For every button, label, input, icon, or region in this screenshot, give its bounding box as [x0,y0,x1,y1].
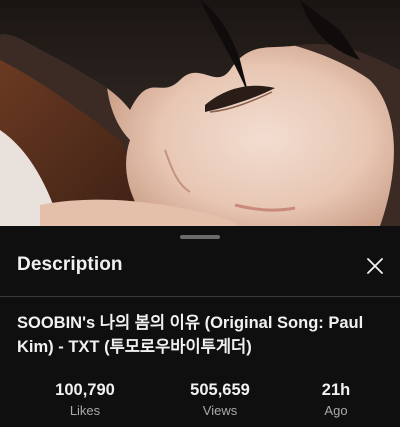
video-frame-image [0,0,400,226]
close-button[interactable] [360,251,390,281]
views-count: 505,659 [190,381,250,399]
views-stat: 505,659 Views [175,380,265,421]
upload-age-label: Ago [324,403,348,418]
video-stats: 100,790 Likes 505,659 Views 21h Ago [0,380,400,424]
video-title: SOOBIN's 나의 봄의 이유 (Original Song: Paul K… [17,314,364,356]
drag-handle[interactable] [180,235,220,239]
upload-age-stat: 21h Ago [306,380,366,421]
upload-age-value: 21h [321,381,351,399]
divider [0,296,400,297]
likes-count: 100,790 [55,381,115,399]
likes-stat: 100,790 Likes [45,380,125,421]
likes-label: Likes [69,403,101,418]
panel-header: Description [0,248,400,284]
panel-title: Description [17,254,123,275]
video-thumbnail[interactable] [0,0,400,226]
views-label: Views [202,403,238,418]
description-panel: Description SOOBIN's 나의 봄의 이유 (Original … [0,226,400,427]
close-icon [367,258,383,274]
